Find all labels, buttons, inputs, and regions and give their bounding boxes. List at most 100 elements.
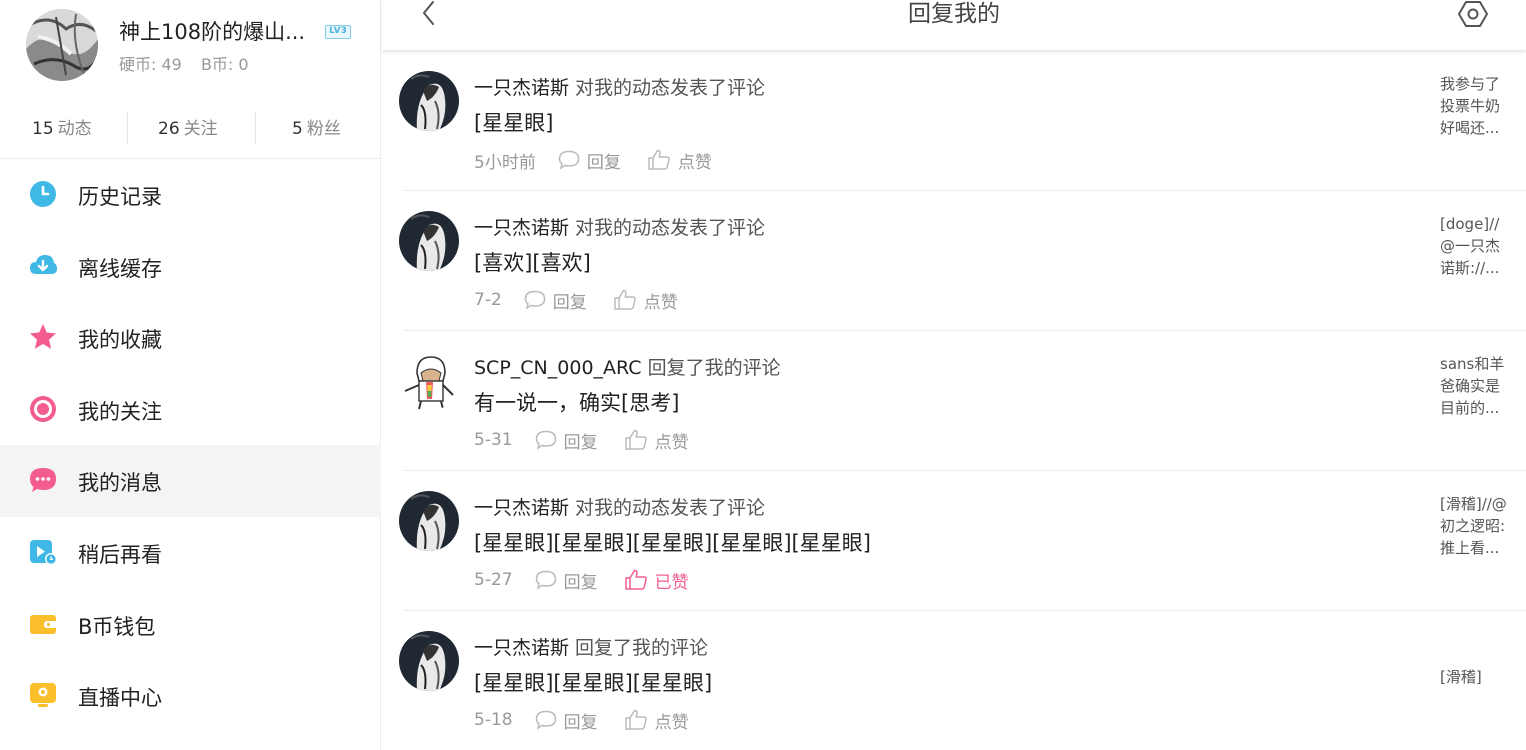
sidebar-item-favorites[interactable]: 我的收藏 — [0, 302, 381, 374]
main-panel: 回复我的 一只杰诺斯 对我的动态发表了评论 [星星眼] 5小时前 回复 点赞 我… — [382, 0, 1526, 750]
preview-line: [滑稽]//@ — [1440, 495, 1507, 513]
level-badge: LV3 — [325, 25, 351, 39]
reply-button[interactable]: 回复 — [558, 148, 621, 173]
reply-header: 一只杰诺斯 对我的动态发表了评论 — [474, 493, 765, 520]
reply-time: 5-27 — [474, 570, 513, 590]
original-post-preview[interactable]: [doge]// @一只杰诺斯://... — [1440, 213, 1518, 279]
reply-button-label: 回复 — [563, 712, 598, 733]
like-button-label: 点赞 — [643, 292, 678, 313]
sidebar-item-offline-cache[interactable]: 离线缓存 — [0, 231, 381, 303]
comment-icon — [535, 710, 556, 730]
thumbs-up-icon — [648, 149, 670, 170]
reply-content: [星星眼][星星眼][星星眼][星星眼][星星眼] — [474, 531, 871, 555]
reply-button[interactable]: 回复 — [524, 288, 587, 313]
commenter-name[interactable]: SCP_CN_000_ARC — [474, 357, 642, 379]
like-button[interactable]: 点赞 — [613, 288, 678, 313]
like-button[interactable]: 点赞 — [624, 708, 689, 733]
reply-item[interactable]: 一只杰诺斯 对我的动态发表了评论 [星星眼][星星眼][星星眼][星星眼][星星眼… — [382, 471, 1526, 611]
preview-line: 我参与了 — [1440, 75, 1501, 93]
reply-footer: 5-27 回复 已赞 — [474, 568, 715, 593]
reply-time: 7-2 — [474, 290, 502, 310]
commenter-name[interactable]: 一只杰诺斯 — [474, 497, 569, 519]
reply-time: 5-18 — [474, 710, 513, 730]
user-avatar[interactable] — [26, 9, 98, 81]
preview-line: [滑稽] — [1440, 668, 1482, 686]
original-post-preview[interactable]: [滑稽] — [1440, 666, 1518, 688]
stat-divider — [255, 113, 256, 143]
star-icon — [30, 324, 56, 349]
reply-item[interactable]: 一只杰诺斯 回复了我的评论 [星星眼][星星眼][星星眼] 5-18 回复 点赞 … — [382, 611, 1526, 750]
reply-footer: 7-2 回复 点赞 — [474, 288, 704, 313]
reply-action-text: 对我的动态发表了评论 — [575, 497, 766, 519]
top-bar: 回复我的 — [382, 0, 1526, 51]
reply-content: [星星眼][星星眼][星星眼] — [474, 671, 713, 695]
like-button[interactable]: 点赞 — [624, 428, 689, 453]
commenter-name[interactable]: 一只杰诺斯 — [474, 637, 569, 659]
reply-footer: 5-18 回复 点赞 — [474, 708, 715, 733]
sidebar-item-following[interactable]: 我的关注 — [0, 374, 381, 446]
commenter-avatar[interactable] — [399, 211, 459, 271]
preview-line: sans和羊 — [1440, 355, 1505, 373]
like-button[interactable]: 点赞 — [647, 148, 712, 173]
preview-line: 初之逻昭: — [1440, 517, 1506, 535]
comment-icon — [535, 430, 556, 450]
back-arrow-icon[interactable] — [416, 0, 442, 28]
bcoin-count: B币: 0 — [200, 55, 249, 74]
thumbs-up-icon — [624, 709, 647, 730]
reply-button[interactable]: 回复 — [535, 428, 598, 453]
watch-later-icon — [30, 540, 57, 565]
reply-content: [星星眼] — [474, 111, 554, 135]
comment-icon — [524, 290, 546, 310]
coin-count: 硬币: 49 — [119, 55, 182, 74]
stat-followers[interactable]: 5 粉丝 — [292, 114, 341, 139]
sidebar-item-history[interactable]: 历史记录 — [0, 159, 381, 231]
preview-line: 爸确实是 — [1440, 377, 1501, 395]
commenter-avatar[interactable] — [399, 71, 459, 131]
reply-footer: 5小时前 回复 点赞 — [474, 148, 738, 173]
reply-item[interactable]: 一只杰诺斯 对我的动态发表了评论 [星星眼] 5小时前 回复 点赞 我参与了 投票牛… — [382, 51, 1526, 191]
reply-item[interactable]: 一只杰诺斯 对我的动态发表了评论 [喜欢][喜欢] 7-2 回复 点赞 [doge… — [382, 191, 1526, 331]
reply-content: [喜欢][喜欢] — [474, 251, 591, 275]
reply-action-text: 回复了我的评论 — [647, 357, 781, 379]
target-icon — [30, 395, 56, 422]
thumbs-up-icon — [624, 569, 647, 590]
preview-line: @一只杰 — [1440, 237, 1501, 255]
reply-content: 有一说一，确实[思考] — [474, 391, 680, 415]
commenter-name[interactable]: 一只杰诺斯 — [474, 217, 569, 239]
download-cloud-icon — [30, 254, 57, 274]
sidebar-item-watch-later[interactable]: 稍后再看 — [0, 517, 381, 589]
page-title: 回复我的 — [908, 1, 1000, 27]
sidebar-item-label: B币钱包 — [78, 614, 156, 639]
settings-gear-icon[interactable] — [1455, 0, 1491, 30]
commenter-name[interactable]: 一只杰诺斯 — [474, 77, 569, 99]
original-post-preview[interactable]: sans和羊 爸确实是目前的... — [1440, 353, 1518, 419]
preview-line: 目前的... — [1440, 399, 1500, 417]
like-button[interactable]: 已赞 — [624, 568, 689, 593]
preview-line: 诺斯://... — [1440, 259, 1500, 277]
preview-line: 好喝还... — [1440, 119, 1500, 137]
reply-action-text: 对我的动态发表了评论 — [575, 217, 766, 239]
reply-header: SCP_CN_000_ARC 回复了我的评论 — [474, 353, 781, 380]
reply-button[interactable]: 回复 — [535, 708, 598, 733]
preview-line: [doge]// — [1440, 215, 1500, 233]
sidebar-item-wallet[interactable]: B币钱包 — [0, 589, 381, 661]
original-post-preview[interactable]: [滑稽]//@ 初之逻昭: 推上看... — [1440, 493, 1518, 559]
reply-item[interactable]: SCP_CN_000_ARC 回复了我的评论 有一说一，确实[思考] 5-31 回… — [382, 331, 1526, 471]
clock-icon — [30, 181, 56, 207]
commenter-avatar-cartoon[interactable] — [399, 351, 459, 411]
reply-button[interactable]: 回复 — [535, 568, 598, 593]
thumbs-up-icon — [614, 289, 636, 310]
sidebar-item-label: 我的消息 — [78, 471, 162, 496]
commenter-avatar[interactable] — [399, 491, 459, 551]
sidebar-item-live-center[interactable]: 直播中心 — [0, 660, 381, 732]
stat-dynamics[interactable]: 15 动态 — [32, 114, 92, 139]
reply-header: 一只杰诺斯 对我的动态发表了评论 — [474, 213, 765, 240]
sidebar-item-messages[interactable]: 我的消息 — [0, 445, 381, 517]
commenter-avatar[interactable] — [399, 631, 459, 691]
original-post-preview[interactable]: 我参与了投票牛奶好喝还... — [1440, 73, 1518, 139]
profile-header[interactable]: 神上108阶的爆山... LV3 硬币: 49 B币: 0 — [0, 0, 381, 90]
preview-line: 投票牛奶 — [1440, 97, 1501, 115]
stat-following[interactable]: 26 关注 — [158, 114, 218, 139]
sidebar-item-label: 离线缓存 — [78, 256, 162, 281]
comment-icon — [535, 570, 556, 590]
